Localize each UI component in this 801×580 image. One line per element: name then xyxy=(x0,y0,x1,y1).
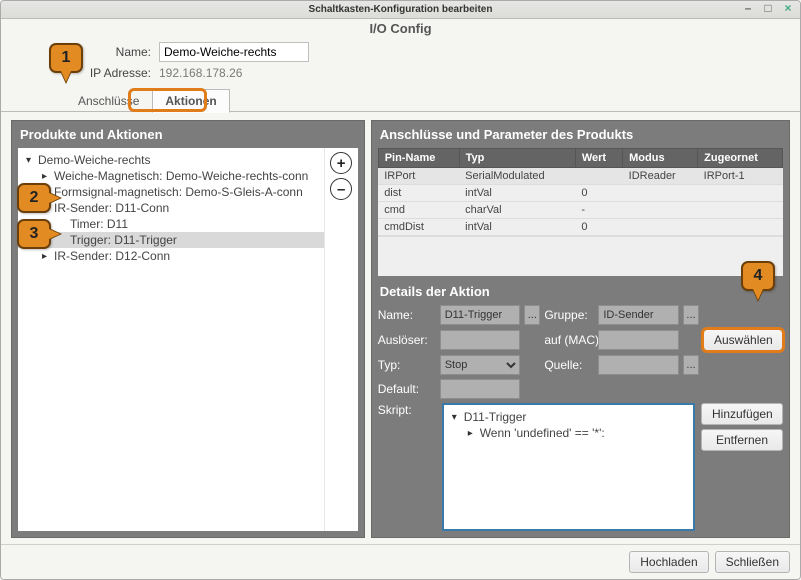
typ-select[interactable]: Stop xyxy=(440,355,521,375)
window-title: Schaltkasten-Konfiguration bearbeiten xyxy=(309,4,493,15)
panel-pins-title: Anschlüsse und Parameter des Produkts xyxy=(380,127,783,142)
default-field[interactable] xyxy=(440,379,521,399)
table-filler xyxy=(378,236,783,276)
label-gruppe: Gruppe: xyxy=(544,308,594,322)
tree[interactable]: ▾Demo-Weiche-rechts ▸Weiche-Magnetisch: … xyxy=(18,148,324,531)
label-typ: Typ: xyxy=(378,358,436,372)
tree-node[interactable]: ▸Weiche-Magnetisch: Demo-Weiche-rechts-c… xyxy=(18,168,324,184)
col-pin[interactable]: Pin-Name xyxy=(378,149,459,168)
tree-node-timer[interactable]: Timer: D11 xyxy=(18,216,324,232)
ip-value: 192.168.178.26 xyxy=(159,66,242,80)
gruppe-field[interactable] xyxy=(598,305,679,325)
window: Schaltkasten-Konfiguration bearbeiten – … xyxy=(0,0,801,580)
chevron-down-icon: ▾ xyxy=(26,155,36,166)
close-icon[interactable]: × xyxy=(782,2,794,14)
auswaehlen-button[interactable]: Auswählen xyxy=(703,329,783,351)
gruppe-dots-button[interactable]: ... xyxy=(683,305,699,325)
tree-wrap: ▾Demo-Weiche-rechts ▸Weiche-Magnetisch: … xyxy=(18,148,358,531)
tree-node-d11[interactable]: ▾IR-Sender: D11-Conn xyxy=(18,200,324,216)
label-skript: Skript: xyxy=(378,403,436,531)
quelle-field[interactable] xyxy=(598,355,679,375)
tab-connections[interactable]: Anschlüsse xyxy=(65,89,152,112)
tree-node[interactable]: ▸IR-Sender: D12-Conn xyxy=(18,248,324,264)
schliessen-button[interactable]: Schließen xyxy=(715,551,790,573)
tabs: Anschlüsse Aktionen xyxy=(1,88,800,112)
panels: Produkte und Aktionen ▾Demo-Weiche-recht… xyxy=(1,111,800,544)
panel-products-title: Produkte und Aktionen xyxy=(20,127,358,142)
chevron-right-icon: ▸ xyxy=(42,171,52,182)
table-row[interactable]: distintVal0 xyxy=(378,185,782,202)
script-root[interactable]: ▾D11-Trigger xyxy=(450,409,687,425)
col-wert[interactable]: Wert xyxy=(575,149,622,168)
name-row: Name: xyxy=(1,40,800,64)
maximize-icon[interactable]: □ xyxy=(762,2,774,14)
label-aufmac: auf (MAC) xyxy=(544,333,594,347)
script-line[interactable]: ▸Wenn 'undefined' == '*': xyxy=(450,425,687,441)
label-quelle: Quelle: xyxy=(544,358,594,372)
window-controls: – □ × xyxy=(742,2,794,14)
entfernen-button[interactable]: Entfernen xyxy=(701,429,783,451)
add-button[interactable]: + xyxy=(330,152,352,174)
label-default: Default: xyxy=(378,382,436,396)
name-dots-button[interactable]: ... xyxy=(524,305,540,325)
page-title: I/O Config xyxy=(1,19,800,40)
tab-actions[interactable]: Aktionen xyxy=(152,89,229,113)
col-typ[interactable]: Typ xyxy=(459,149,575,168)
callout-3: 3 xyxy=(17,219,51,249)
quelle-dots-button[interactable]: ... xyxy=(683,355,699,375)
chevron-right-icon: ▸ xyxy=(42,251,52,262)
callout-1: 1 xyxy=(49,43,83,73)
tree-node[interactable]: ▸Formsignal-magnetisch: Demo-S-Gleis-A-c… xyxy=(18,184,324,200)
titlebar: Schaltkasten-Konfiguration bearbeiten – … xyxy=(1,1,800,19)
hinzufuegen-button[interactable]: Hinzufügen xyxy=(701,403,783,425)
script-box[interactable]: ▾D11-Trigger ▸Wenn 'undefined' == '*': xyxy=(442,403,695,531)
callout-2: 2 xyxy=(17,183,51,213)
ausloeser-field[interactable] xyxy=(440,330,521,350)
detail-grid: Name: ... Gruppe: ... Auslöser: auf (MAC… xyxy=(378,305,783,399)
panel-products: Produkte und Aktionen ▾Demo-Weiche-recht… xyxy=(11,120,365,538)
tree-node-trigger[interactable]: Trigger: D11-Trigger xyxy=(18,232,324,248)
tree-root[interactable]: ▾Demo-Weiche-rechts xyxy=(18,152,324,168)
footer: Hochladen Schließen xyxy=(1,544,800,579)
panel-details: Anschlüsse und Parameter des Produkts Pi… xyxy=(371,120,790,538)
col-assigned[interactable]: Zugeornet xyxy=(698,149,783,168)
pins-table: Pin-Name Typ Wert Modus Zugeornet IRPort… xyxy=(378,148,783,236)
panel-action-title: Details der Aktion xyxy=(380,284,783,299)
chevron-down-icon: ▾ xyxy=(452,412,462,423)
name-field[interactable] xyxy=(440,305,521,325)
label-name: Name: xyxy=(378,308,436,322)
chevron-right-icon: ▸ xyxy=(468,428,478,439)
minimize-icon[interactable]: – xyxy=(742,2,754,14)
remove-button[interactable]: – xyxy=(330,178,352,200)
ip-row: IP Adresse: 192.168.178.26 xyxy=(1,64,800,82)
table-row[interactable]: cmdDistintVal0 xyxy=(378,219,782,236)
col-modus[interactable]: Modus xyxy=(623,149,698,168)
name-input[interactable] xyxy=(159,42,309,62)
script-side: Hinzufügen Entfernen xyxy=(701,403,783,531)
mac-field[interactable] xyxy=(598,330,679,350)
table-row[interactable]: cmdcharVal- xyxy=(378,202,782,219)
tree-buttons: + – xyxy=(324,148,358,531)
table-row[interactable]: IRPortSerialModulatedIDReaderIRPort-1 xyxy=(378,168,782,185)
label-ausloeser: Auslöser: xyxy=(378,333,436,347)
hochladen-button[interactable]: Hochladen xyxy=(629,551,708,573)
callout-4: 4 xyxy=(741,261,775,291)
